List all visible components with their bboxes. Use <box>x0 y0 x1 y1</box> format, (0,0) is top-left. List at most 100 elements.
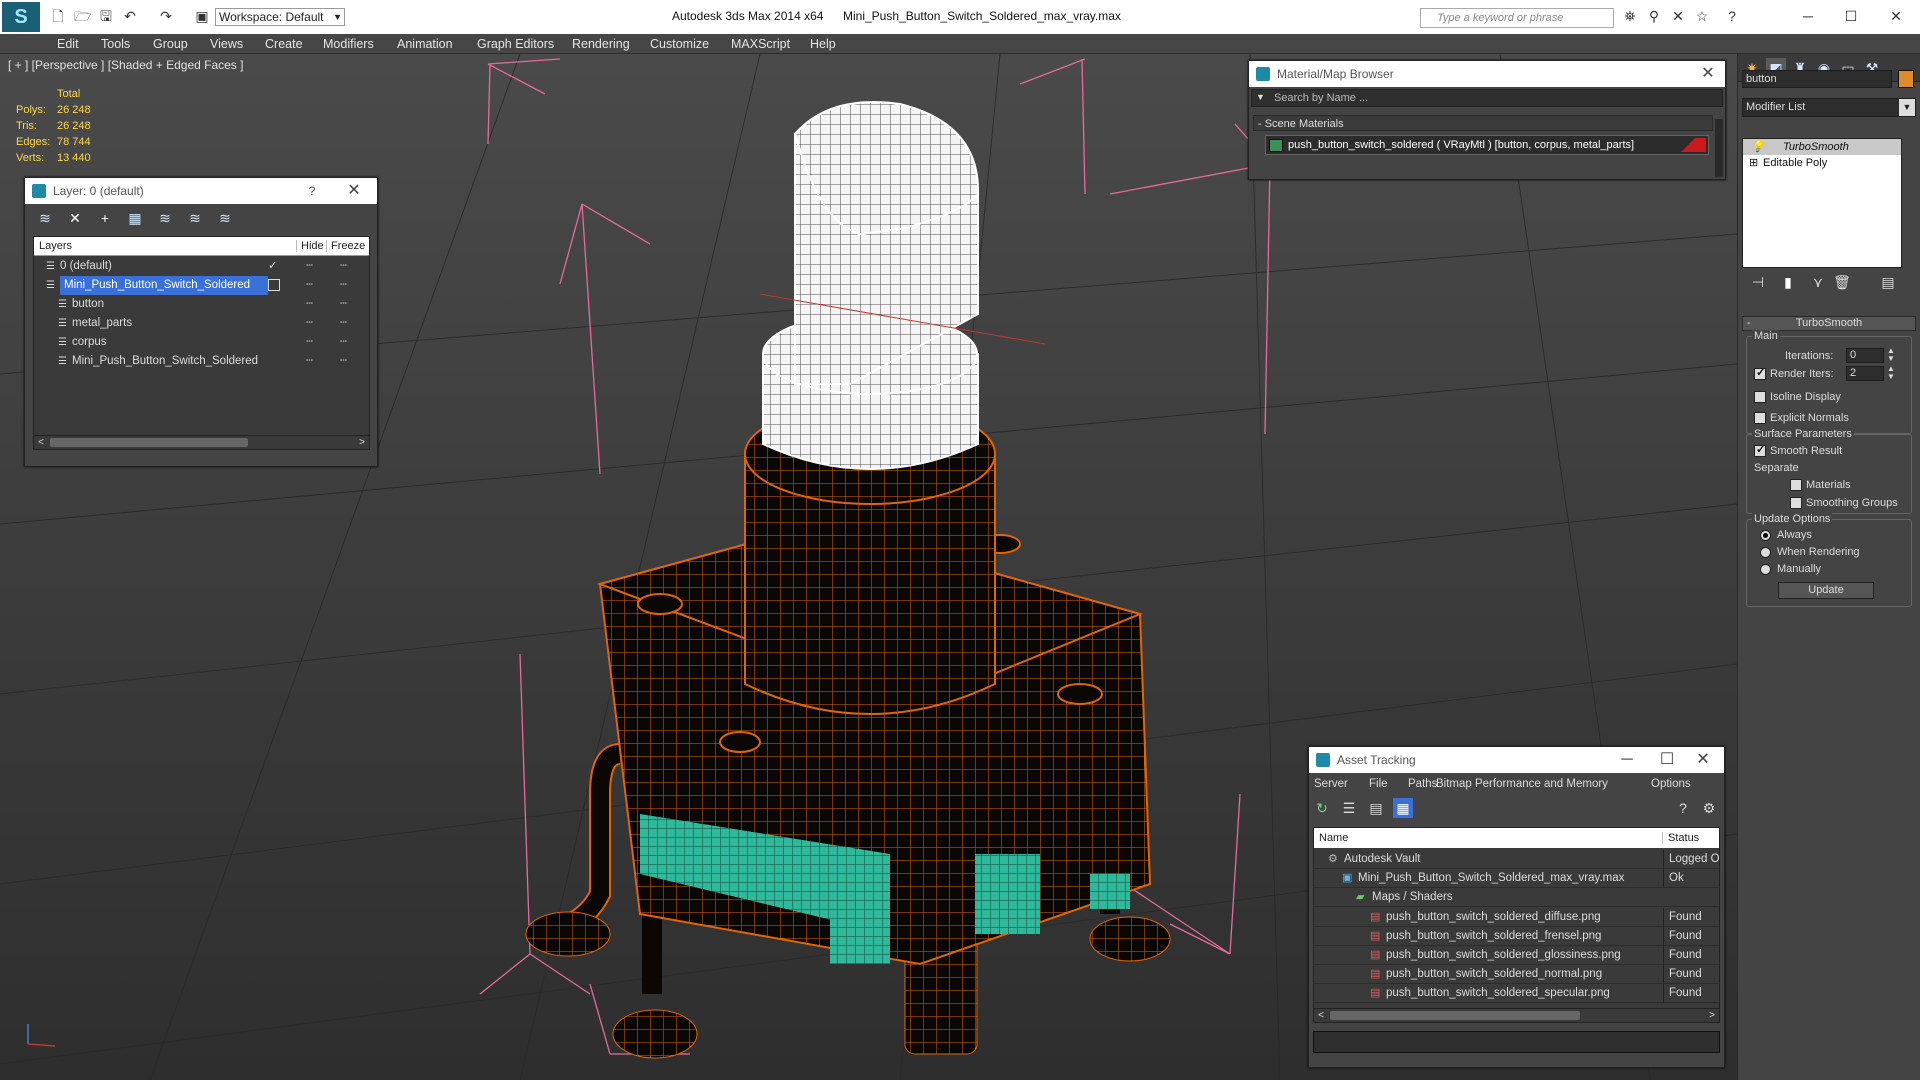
modifier-list-dropdown[interactable]: Modifier List ▼ <box>1742 98 1916 117</box>
scroll-right-icon[interactable]: > <box>1705 1009 1719 1022</box>
layer-row[interactable]: ☰ corpus ┅ ┅ <box>34 333 369 352</box>
maximize-window-icon[interactable]: ☐ <box>1843 8 1859 24</box>
menu-group[interactable]: Group <box>153 36 188 52</box>
materials-checkbox[interactable] <box>1790 479 1802 491</box>
perspective-viewport[interactable]: [ + ] [Perspective ] [Shaded + Edged Fac… <box>0 54 1737 1080</box>
project-folder-icon[interactable]: ▣ <box>194 8 210 24</box>
workspace-dropdown[interactable]: Workspace: Default ▼ <box>215 8 345 26</box>
stack-item-turbosmooth[interactable]: 💡 TurboSmooth <box>1743 139 1901 155</box>
smooth-result-checkbox[interactable] <box>1754 443 1766 457</box>
communication-icon[interactable]: ✕ <box>1670 8 1686 24</box>
scrollbar-thumb[interactable] <box>50 438 248 447</box>
hide-all-icon[interactable]: ≋ <box>185 208 205 228</box>
object-color-swatch[interactable] <box>1898 70 1914 88</box>
freeze-toggle[interactable]: ┅ <box>340 352 347 371</box>
menu-customize[interactable]: Customize <box>650 36 709 52</box>
scroll-left-icon[interactable]: < <box>1314 1009 1328 1022</box>
vault-settings-icon[interactable]: ⚙ <box>1699 798 1719 818</box>
scroll-right-icon[interactable]: > <box>355 436 369 449</box>
scene-materials-section[interactable]: - Scene Materials <box>1253 115 1713 131</box>
remove-modifier-icon[interactable]: 🗑 <box>1832 272 1852 292</box>
asset-tracking-header[interactable]: Asset Tracking ─ ☐ ✕ <box>1309 747 1724 773</box>
render-iters-checkbox[interactable] <box>1754 366 1766 380</box>
asset-row[interactable]: ▰ Maps / Shaders <box>1314 888 1719 908</box>
asset-row[interactable]: ▤ push_button_switch_soldered_normal.png F… <box>1314 965 1719 985</box>
current-layer-check[interactable]: ✓ <box>268 257 280 272</box>
new-file-icon[interactable]: 🗋 <box>50 8 66 24</box>
close-icon[interactable]: ✕ <box>1693 61 1723 87</box>
expand-plus-icon[interactable]: ⊞ <box>1749 155 1758 171</box>
render-iters-spinner[interactable]: 2 <box>1846 366 1884 381</box>
explicit-normals-checkbox[interactable] <box>1754 412 1766 424</box>
freeze-toggle[interactable]: ┅ <box>340 276 347 295</box>
asset-row[interactable]: ▤ push_button_switch_soldered_diffuse.png… <box>1314 907 1719 927</box>
column-hide[interactable]: Hide <box>296 240 324 252</box>
layer-row[interactable]: ☰ metal_parts ┅ ┅ <box>34 314 369 333</box>
asset-row[interactable]: ▤ push_button_switch_soldered_glossiness.… <box>1314 946 1719 965</box>
pin-stack-icon[interactable]: ⊣ <box>1748 272 1768 292</box>
asset-list-scrollbar[interactable]: < > <box>1314 1008 1719 1022</box>
favorites-star-icon[interactable]: ☆ <box>1694 8 1710 24</box>
asset-menu-options[interactable]: Options <box>1651 773 1691 795</box>
asset-menu-bitmap-performance[interactable]: Bitmap Performance and Memory <box>1436 773 1608 795</box>
freeze-all-icon[interactable]: ≋ <box>215 208 235 228</box>
menu-modifiers[interactable]: Modifiers <box>323 36 374 52</box>
hide-toggle[interactable]: ┅ <box>306 257 313 276</box>
refresh-icon[interactable]: ↻ <box>1312 798 1332 818</box>
column-status[interactable]: Status <box>1662 832 1699 844</box>
freeze-toggle[interactable]: ┅ <box>340 333 347 352</box>
asset-row[interactable]: ⚙ Autodesk Vault Logged O <box>1314 850 1719 869</box>
spinner-arrows-icon[interactable]: ▲ ▼ <box>1887 365 1895 381</box>
asset-menu-file[interactable]: File <box>1369 773 1388 795</box>
make-unique-icon[interactable]: ⋎ <box>1808 272 1828 292</box>
hide-toggle[interactable]: ┅ <box>306 352 313 371</box>
open-file-icon[interactable]: 🗁 <box>74 8 91 24</box>
freeze-toggle[interactable]: ┅ <box>340 295 347 314</box>
help-icon[interactable]: ? <box>1724 8 1740 24</box>
menu-graph-editors[interactable]: Graph Editors <box>477 36 554 52</box>
configure-modifier-sets-icon[interactable]: ▤ <box>1878 272 1898 292</box>
hide-toggle[interactable]: ┅ <box>306 276 313 295</box>
menu-tools[interactable]: Tools <box>101 36 130 52</box>
hide-toggle[interactable]: ┅ <box>306 333 313 352</box>
hide-toggle[interactable]: ┅ <box>306 314 313 333</box>
list-view-icon[interactable]: ☰ <box>1339 798 1359 818</box>
hide-toggle[interactable]: ┅ <box>306 295 313 314</box>
help-icon[interactable]: ? <box>297 178 327 204</box>
lightbulb-icon[interactable]: 💡 <box>1751 139 1765 155</box>
layer-row[interactable]: ☰ Mini_Push_Button_Switch_Soldered ┅ ┅ <box>34 276 369 295</box>
chevron-down-icon[interactable]: ▼ <box>1256 92 1265 102</box>
iterations-spinner[interactable]: 0 <box>1846 348 1884 363</box>
material-browser-scrollbar[interactable] <box>1715 119 1723 177</box>
app-logo[interactable]: S <box>2 2 40 32</box>
table-view-icon[interactable]: ▦ <box>1393 798 1413 818</box>
menu-create[interactable]: Create <box>265 36 303 52</box>
object-name-field[interactable]: button <box>1742 70 1892 88</box>
layer-panel-header[interactable]: Layer: 0 (default) ? ✕ <box>25 178 377 204</box>
menu-maxscript[interactable]: MAXScript <box>731 36 790 52</box>
close-icon[interactable]: ✕ <box>339 178 369 204</box>
current-layer-check[interactable] <box>268 333 280 345</box>
scroll-left-icon[interactable]: < <box>34 436 48 449</box>
column-freeze[interactable]: Freeze <box>326 240 365 252</box>
asset-menu-paths[interactable]: Paths <box>1408 773 1437 795</box>
scrollbar-thumb[interactable] <box>1330 1011 1580 1020</box>
asset-menu-server[interactable]: Server <box>1314 773 1348 795</box>
menu-help[interactable]: Help <box>810 36 836 52</box>
create-layer-icon[interactable]: ≋ <box>35 208 55 228</box>
save-icon[interactable]: 🖫 <box>98 8 114 24</box>
always-radio[interactable] <box>1760 530 1771 541</box>
delete-layer-icon[interactable]: ✕ <box>65 208 85 228</box>
smoothing-groups-checkbox[interactable] <box>1790 497 1802 509</box>
current-layer-check[interactable] <box>268 352 280 364</box>
asset-row[interactable]: ▤ push_button_switch_soldered_specular.pn… <box>1314 984 1719 1004</box>
turbosmooth-rollout-header[interactable]: - TurboSmooth <box>1742 316 1916 331</box>
when-rendering-radio[interactable] <box>1760 547 1771 558</box>
current-layer-check[interactable] <box>268 279 280 291</box>
freeze-toggle[interactable]: ┅ <box>340 257 347 276</box>
vault-help-icon[interactable]: ? <box>1673 798 1693 818</box>
layer-row[interactable]: ☰ Mini_Push_Button_Switch_Soldered ┅ ┅ <box>34 352 369 371</box>
highlight-layer-icon[interactable]: ≋ <box>155 208 175 228</box>
current-layer-check[interactable] <box>268 295 280 307</box>
current-layer-check[interactable] <box>268 314 280 326</box>
